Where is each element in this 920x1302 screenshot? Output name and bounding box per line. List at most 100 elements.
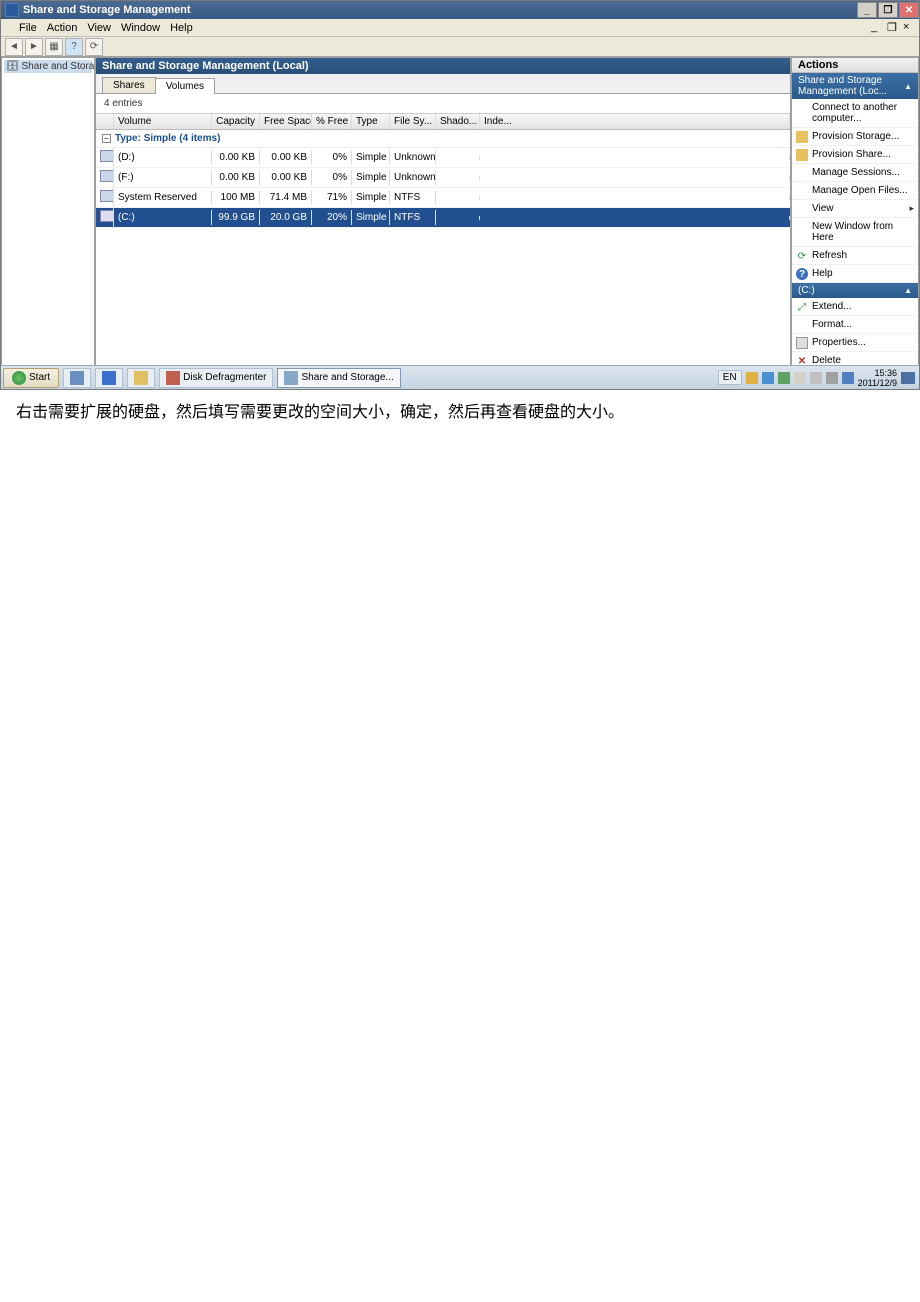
mdi-minimize-button[interactable]: _	[871, 21, 887, 35]
col-capacity[interactable]: Capacity	[212, 114, 260, 129]
action-item[interactable]: ⟳Refresh	[792, 247, 918, 265]
taskbar-pinned-3[interactable]	[127, 368, 155, 388]
action-item[interactable]: Connect to another computer...	[792, 99, 918, 128]
tray-icon[interactable]	[746, 372, 758, 384]
tray-icon[interactable]	[810, 372, 822, 384]
action-item[interactable]: Manage Sessions...	[792, 164, 918, 182]
volume-row[interactable]: (C:)99.9 GB20.0 GB20%SimpleNTFS	[96, 208, 790, 228]
menu-help[interactable]: Help	[170, 22, 193, 34]
collapse-icon[interactable]: –	[102, 134, 111, 143]
language-indicator[interactable]: EN	[718, 370, 742, 385]
start-orb-icon	[12, 371, 26, 385]
refresh-icon: ⟳	[796, 250, 808, 262]
extend-icon: ⤢	[796, 301, 808, 313]
minimize-button[interactable]: _	[857, 2, 877, 18]
close-button[interactable]: ✕	[899, 2, 919, 18]
explorer-icon	[134, 371, 148, 385]
tray-icon[interactable]	[794, 372, 806, 384]
tray-clock[interactable]: 15:362011/12/9	[858, 368, 897, 388]
tree-root-item[interactable]: 🗄 Share and Storage Management	[4, 60, 92, 73]
action-item[interactable]: Properties...	[792, 334, 918, 352]
main-area: 🗄 Share and Storage Management ◄ ► Share…	[1, 57, 919, 389]
entries-count: 4 entries	[96, 94, 790, 113]
ssmgmt-icon	[284, 371, 298, 385]
show-desktop-button[interactable]	[901, 372, 915, 384]
mdi-restore-button[interactable]: ❐	[887, 21, 903, 35]
col-type[interactable]: Type	[352, 114, 390, 129]
taskbar-item-defrag[interactable]: Disk Defragmenter	[159, 368, 273, 388]
actions-section-2-header[interactable]: (C:)▲	[792, 283, 918, 298]
actions-pane: Actions Share and Storage Management (Lo…	[791, 57, 919, 389]
provision-icon	[796, 149, 808, 161]
show-hide-tree-button[interactable]: ▦	[45, 38, 63, 56]
toolbar: ◄ ► ▦ ? ⟳	[1, 37, 919, 57]
actions-section-1-header[interactable]: Share and Storage Management (Loc...▲	[792, 73, 918, 99]
tray-icon[interactable]	[826, 372, 838, 384]
taskbar-item-ssmgmt[interactable]: Share and Storage...	[277, 368, 400, 388]
server-manager-icon	[70, 371, 84, 385]
action-item[interactable]: ⤢Extend...	[792, 298, 918, 316]
start-button[interactable]: Start	[3, 368, 59, 388]
mdi-close-button[interactable]: ×	[903, 21, 919, 35]
tab-shares[interactable]: Shares	[102, 77, 156, 93]
actions-header: Actions	[792, 58, 918, 73]
action-item[interactable]: New Window from Here	[792, 218, 918, 247]
volume-row[interactable]: (D:)0.00 KB0.00 KB0%SimpleUnknown	[96, 148, 790, 168]
action-item[interactable]: Format...	[792, 316, 918, 334]
forward-button[interactable]: ►	[25, 38, 43, 56]
action-item[interactable]: ?Help	[792, 265, 918, 283]
disk-icon	[100, 170, 114, 182]
taskbar-pinned-2[interactable]	[95, 368, 123, 388]
col-volume[interactable]: Volume	[114, 114, 212, 129]
col-pct-free[interactable]: % Free	[312, 114, 352, 129]
action-item[interactable]: Manage Open Files...	[792, 182, 918, 200]
disk-icon	[100, 190, 114, 202]
disk-icon	[100, 150, 114, 162]
collapse-up-icon: ▲	[904, 286, 912, 295]
tray-icon[interactable]	[842, 372, 854, 384]
help-icon: ?	[796, 268, 808, 280]
taskbar-pinned-1[interactable]	[63, 368, 91, 388]
disk-icon	[100, 210, 114, 222]
help-toolbar-button[interactable]: ?	[65, 38, 83, 56]
volume-row[interactable]: System Reserved100 MB71.4 MB71%SimpleNTF…	[96, 188, 790, 208]
tab-volumes[interactable]: Volumes	[155, 78, 215, 94]
refresh-toolbar-button[interactable]: ⟳	[85, 38, 103, 56]
center-pane: Share and Storage Management (Local) Sha…	[95, 57, 791, 389]
volume-row[interactable]: (F:)0.00 KB0.00 KB0%SimpleUnknown	[96, 168, 790, 188]
center-header: Share and Storage Management (Local)	[96, 58, 790, 74]
col-shadow[interactable]: Shado...	[436, 114, 480, 129]
maximize-button[interactable]: ❐	[878, 2, 898, 18]
system-tray: EN 15:362011/12/9	[718, 368, 917, 388]
caption-text: 右击需要扩展的硬盘，然后填写需要更改的空间大小，确定，然后再查看硬盘的大小。	[0, 390, 920, 430]
properties-icon	[796, 337, 808, 349]
action-item[interactable]: Provision Storage...	[792, 128, 918, 146]
col-free-space[interactable]: Free Space	[260, 114, 312, 129]
grid-header[interactable]: Volume Capacity Free Space % Free Type F…	[96, 113, 790, 130]
col-filesystem[interactable]: File Sy...	[390, 114, 436, 129]
tray-icon[interactable]	[762, 372, 774, 384]
tab-strip: Shares Volumes	[96, 74, 790, 94]
collapse-up-icon: ▲	[904, 82, 912, 91]
action-item[interactable]: Provision Share...	[792, 146, 918, 164]
menu-file[interactable]: File	[19, 22, 37, 34]
menu-action[interactable]: Action	[47, 22, 78, 34]
menu-window[interactable]: Window	[121, 22, 160, 34]
menubar: File Action View Window Help _ ❐ ×	[1, 19, 919, 37]
window-title: Share and Storage Management	[23, 4, 191, 16]
mmc-window: Share and Storage Management _ ❐ ✕ File …	[0, 0, 920, 390]
taskbar: Start Disk Defragmenter Share and Storag…	[1, 365, 919, 389]
defrag-icon	[166, 371, 180, 385]
group-row[interactable]: –Type: Simple (4 items)	[96, 130, 790, 148]
col-indexing[interactable]: Inde...	[480, 114, 790, 129]
titlebar: Share and Storage Management _ ❐ ✕	[1, 1, 919, 19]
back-button[interactable]: ◄	[5, 38, 23, 56]
window-controls: _ ❐ ✕	[856, 2, 919, 18]
tray-icon[interactable]	[778, 372, 790, 384]
volumes-grid: Volume Capacity Free Space % Free Type F…	[96, 113, 790, 228]
console-tree[interactable]: 🗄 Share and Storage Management ◄ ►	[1, 57, 95, 389]
menu-view[interactable]: View	[87, 22, 111, 34]
powershell-icon	[102, 371, 116, 385]
provision-icon	[796, 131, 808, 143]
action-item[interactable]: View	[792, 200, 918, 218]
